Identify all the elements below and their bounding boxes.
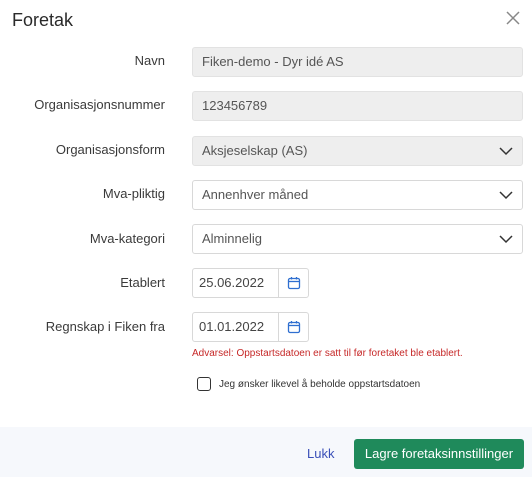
chevron-down-icon: [499, 235, 513, 244]
close-icon: [506, 11, 520, 25]
dialog-footer: Lukk Lagre foretaksinnstillinger: [0, 427, 532, 477]
name-field: Fiken-demo - Dyr idé AS: [192, 47, 523, 77]
org-number-field: 123456789: [192, 91, 523, 121]
org-form-select[interactable]: Aksjeselskap (AS): [192, 136, 523, 166]
calendar-icon: [287, 277, 300, 290]
org-number-value: 123456789: [202, 98, 268, 113]
vat-category-label: Mva-kategori: [89, 231, 165, 246]
vat-liable-label: Mva-pliktig: [102, 186, 165, 201]
established-label: Etablert: [120, 275, 165, 290]
org-number-label: Organisasjonsnummer: [34, 97, 165, 112]
dialog-title: Foretak: [12, 10, 74, 30]
close-button[interactable]: [504, 9, 522, 27]
save-company-settings-button[interactable]: Lagre foretaksinnstillinger: [354, 439, 524, 469]
established-date-field[interactable]: 25.06.2022: [192, 268, 309, 298]
established-date-value: 25.06.2022: [199, 275, 265, 290]
name-value: Fiken-demo - Dyr idé AS: [202, 54, 344, 69]
keep-start-date-option[interactable]: Jeg ønsker likevel å beholde oppstartsda…: [197, 377, 420, 391]
org-form-label: Organisasjonsform: [55, 142, 165, 157]
keep-start-date-checkbox[interactable]: [197, 377, 211, 391]
established-calendar-button[interactable]: [278, 269, 308, 297]
accounting-start-label: Regnskap i Fiken fra: [45, 319, 165, 334]
chevron-down-icon: [499, 147, 513, 156]
start-date-warning: Advarsel: Oppstartsdatoen er satt til fø…: [192, 348, 463, 359]
keep-start-date-label[interactable]: Jeg ønsker likevel å beholde oppstartsda…: [219, 379, 420, 390]
name-label: Navn: [134, 53, 165, 68]
vat-liable-select[interactable]: Annenhver måned: [192, 180, 523, 210]
vat-liable-value: Annenhver måned: [202, 187, 309, 202]
vat-category-select[interactable]: Alminnelig: [192, 224, 523, 254]
org-form-value: Aksjeselskap (AS): [202, 143, 308, 158]
vat-category-value: Alminnelig: [202, 231, 262, 246]
calendar-icon: [287, 321, 300, 334]
close-link-button[interactable]: Lukk: [307, 446, 334, 461]
accounting-start-date-value: 01.01.2022: [199, 319, 265, 334]
chevron-down-icon: [499, 191, 513, 200]
accounting-start-date-field[interactable]: 01.01.2022: [192, 312, 309, 342]
accounting-start-calendar-button[interactable]: [278, 313, 308, 341]
company-settings-dialog: Foretak Navn Fiken-demo - Dyr idé AS Org…: [0, 0, 532, 477]
